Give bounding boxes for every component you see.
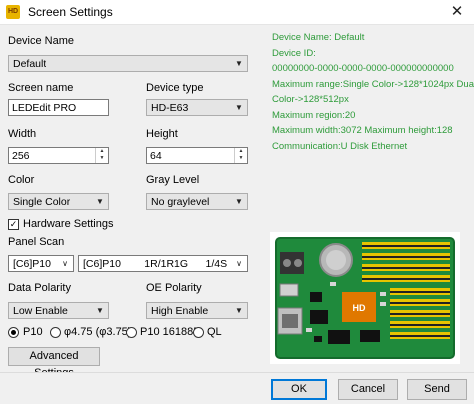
oe-polarity-select[interactable]: High Enable ▼ bbox=[146, 302, 248, 319]
chevron-down-icon: ▼ bbox=[235, 59, 243, 68]
close-icon[interactable]: ✕ bbox=[446, 2, 468, 22]
height-spin-buttons[interactable]: ▲ ▼ bbox=[234, 148, 247, 163]
send-button[interactable]: Send bbox=[407, 379, 467, 400]
chevron-down-icon: ▼ bbox=[96, 306, 104, 315]
info-line: Maximum width:3072 Maximum height:128 bbox=[272, 125, 453, 136]
module-option-phi475-radio[interactable] bbox=[50, 327, 61, 338]
info-line: 00000000-0000-0000-0000-000000000000 bbox=[272, 63, 454, 74]
height-label: Height bbox=[146, 128, 178, 140]
info-line: Maximum range:Single Color->128*1024px D… bbox=[272, 78, 474, 90]
window-title: Screen Settings bbox=[28, 5, 113, 19]
device-name-value: Default bbox=[13, 58, 47, 70]
oe-polarity-value: High Enable bbox=[151, 305, 209, 317]
chevron-down-icon: ▼ bbox=[96, 197, 104, 206]
hardware-settings-checkbox[interactable]: ✓ bbox=[8, 219, 19, 230]
info-line: Color->128*512px bbox=[272, 94, 349, 105]
device-type-value: HD-E63 bbox=[151, 102, 189, 114]
title-bar[interactable]: HD Screen Settings ✕ bbox=[0, 0, 474, 25]
controller-board-image: HD bbox=[270, 232, 460, 364]
color-value: Single Color bbox=[13, 196, 71, 208]
gray-level-value: No graylevel bbox=[151, 196, 210, 208]
module-option-label: QL bbox=[207, 326, 222, 338]
data-polarity-select[interactable]: Low Enable ▼ bbox=[8, 302, 109, 319]
module-option-label: φ4.75 (φ3.75) bbox=[64, 326, 132, 338]
width-spin-buttons[interactable]: ▲ ▼ bbox=[95, 148, 108, 163]
width-stepper[interactable]: 256 ▲ ▼ bbox=[8, 147, 109, 164]
screen-name-input[interactable]: LEDEdit PRO bbox=[8, 99, 109, 116]
info-line: Maximum region:20 bbox=[272, 109, 356, 121]
dialog-button-bar: OK Cancel Send bbox=[0, 372, 474, 404]
module-option-label: P10 16188B bbox=[140, 326, 201, 338]
panel-scan-label: Panel Scan bbox=[8, 236, 65, 248]
panel-scan-select[interactable]: [C6]P10 ∨ bbox=[8, 255, 74, 272]
color-label: Color bbox=[8, 174, 35, 186]
module-option-ql-radio[interactable] bbox=[193, 327, 204, 338]
width-label: Width bbox=[8, 128, 37, 140]
device-type-label: Device type bbox=[146, 82, 204, 94]
hardware-settings-label: Hardware Settings bbox=[23, 218, 114, 230]
device-info-panel: Device Name: Default Device ID: 00000000… bbox=[272, 30, 474, 154]
height-stepper[interactable]: 64 ▲ ▼ bbox=[146, 147, 248, 164]
info-line: Communication:U Disk Ethernet bbox=[272, 140, 408, 152]
panel-scan-value: [C6]P10 bbox=[13, 258, 51, 270]
device-type-select[interactable]: HD-E63 ▼ bbox=[146, 99, 248, 116]
screen-name-label: Screen name bbox=[8, 82, 74, 94]
spin-down-icon[interactable]: ▼ bbox=[96, 155, 108, 162]
spin-down-icon[interactable]: ▼ bbox=[235, 155, 247, 162]
chevron-down-icon: ▼ bbox=[235, 103, 243, 112]
module-option-p10-radio[interactable] bbox=[8, 327, 19, 338]
chevron-down-icon: ∨ bbox=[236, 259, 242, 268]
board-chip-label: HD bbox=[353, 303, 366, 313]
height-value: 64 bbox=[150, 150, 162, 162]
spin-up-icon[interactable]: ▲ bbox=[235, 148, 247, 155]
ok-button[interactable]: OK bbox=[271, 379, 327, 400]
panel-scan-detail-value: [C6]P10 1R/1R1G 1/4S HUB12 3Z bbox=[83, 258, 233, 270]
spin-up-icon[interactable]: ▲ bbox=[96, 148, 108, 155]
device-name-select[interactable]: Default ▼ bbox=[8, 55, 248, 72]
cancel-button[interactable]: Cancel bbox=[338, 379, 398, 400]
chevron-down-icon: ▼ bbox=[235, 306, 243, 315]
width-value: 256 bbox=[12, 150, 30, 162]
gray-level-select[interactable]: No graylevel ▼ bbox=[146, 193, 248, 210]
oe-polarity-label: OE Polarity bbox=[146, 282, 202, 294]
info-line: Device ID: bbox=[272, 47, 316, 59]
module-option-p10-16188b-radio[interactable] bbox=[126, 327, 137, 338]
controller-board-svg: HD bbox=[270, 232, 460, 364]
color-select[interactable]: Single Color ▼ bbox=[8, 193, 109, 210]
chevron-down-icon: ▼ bbox=[235, 197, 243, 206]
gray-level-label: Gray Level bbox=[146, 174, 200, 186]
data-polarity-label: Data Polarity bbox=[8, 282, 71, 294]
info-line: Device Name: Default bbox=[272, 32, 365, 43]
panel-scan-detail-select[interactable]: [C6]P10 1R/1R1G 1/4S HUB12 3Z ∨ bbox=[78, 255, 248, 272]
advanced-settings-button[interactable]: Advanced Settings bbox=[8, 347, 100, 379]
module-option-label: P10 bbox=[23, 326, 43, 338]
screen-name-value: LEDEdit PRO bbox=[12, 102, 77, 114]
app-logo-icon: HD bbox=[6, 5, 20, 19]
data-polarity-value: Low Enable bbox=[13, 305, 68, 317]
chevron-down-icon: ∨ bbox=[62, 259, 68, 268]
device-name-label: Device Name bbox=[8, 35, 75, 47]
